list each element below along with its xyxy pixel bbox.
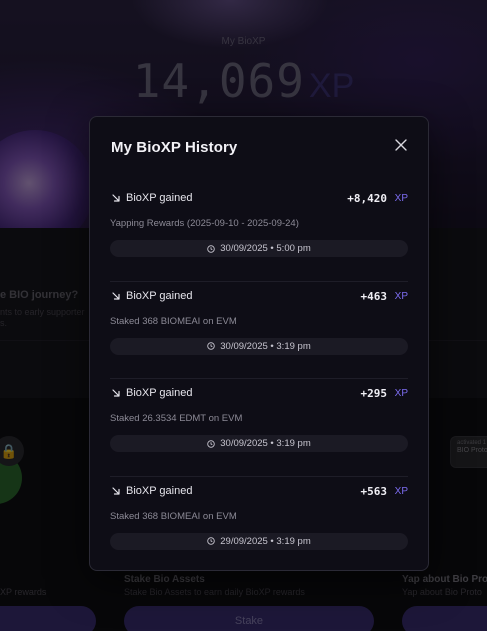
entry-timestamp-pill: 30/09/2025 • 5:00 pm <box>110 240 408 257</box>
entry-unit: XP <box>394 290 408 302</box>
modal-title: My BioXP History <box>111 139 238 156</box>
entry-timestamp: 29/09/2025 • 3:19 pm <box>220 535 311 547</box>
entry-header: BioXP gained +8,420 XP <box>110 192 408 208</box>
history-entry: BioXP gained +8,420 XP Yapping Rewards (… <box>110 184 408 282</box>
history-list: BioXP gained +8,420 XP Yapping Rewards (… <box>110 184 408 574</box>
entry-timestamp-pill: 29/09/2025 • 3:19 pm <box>110 532 408 550</box>
arrow-down-right-icon <box>112 486 120 495</box>
entry-description: Yapping Rewards (2025-09-10 - 2025-09-24… <box>110 218 299 229</box>
close-button[interactable] <box>391 135 411 155</box>
clock-icon <box>207 537 215 545</box>
arrow-down-right-icon <box>112 194 120 202</box>
history-entry: BioXP gained +463 XP Staked 368 BIOMEAI … <box>110 282 408 379</box>
history-entry: BioXP gained +295 XP Staked 26.3534 EDMT… <box>110 379 408 477</box>
history-entry: BioXP gained +563 XP Staked 368 BIOMEAI … <box>110 477 408 575</box>
clock-icon <box>207 244 215 253</box>
entry-description: Staked 368 BIOMEAI on EVM <box>110 315 237 327</box>
entry-amount: +8,420 <box>347 192 387 205</box>
bioxp-history-modal: My BioXP History BioXP gained +8,420 XP … <box>89 116 429 571</box>
entry-timestamp: 30/09/2025 • 3:19 pm <box>220 438 311 449</box>
close-icon <box>395 139 407 151</box>
entry-amount: +563 <box>360 484 388 498</box>
entry-label: BioXP gained <box>126 192 193 204</box>
clock-icon <box>207 439 215 448</box>
arrow-down-right-icon <box>112 389 120 397</box>
entry-header: BioXP gained +563 XP <box>110 485 408 501</box>
entry-header: BioXP gained +463 XP <box>110 290 408 306</box>
entry-unit: XP <box>394 485 408 497</box>
entry-description: Staked 26.3534 EDMT on EVM <box>110 413 243 424</box>
arrow-down-right-icon <box>112 291 120 300</box>
entry-unit: XP <box>394 388 408 399</box>
entry-unit: XP <box>394 193 408 204</box>
entry-label: BioXP gained <box>126 289 193 302</box>
entry-timestamp: 30/09/2025 • 5:00 pm <box>220 243 311 254</box>
entry-amount: +463 <box>360 289 388 303</box>
entry-label: BioXP gained <box>126 484 193 497</box>
entry-label: BioXP gained <box>126 387 193 399</box>
clock-icon <box>207 342 215 350</box>
entry-timestamp-pill: 30/09/2025 • 3:19 pm <box>110 435 408 452</box>
entry-amount: +295 <box>360 387 388 400</box>
entry-timestamp-pill: 30/09/2025 • 3:19 pm <box>110 337 408 355</box>
entry-timestamp: 30/09/2025 • 3:19 pm <box>220 340 311 352</box>
entry-description: Staked 368 BIOMEAI on EVM <box>110 510 237 522</box>
entry-header: BioXP gained +295 XP <box>110 387 408 403</box>
